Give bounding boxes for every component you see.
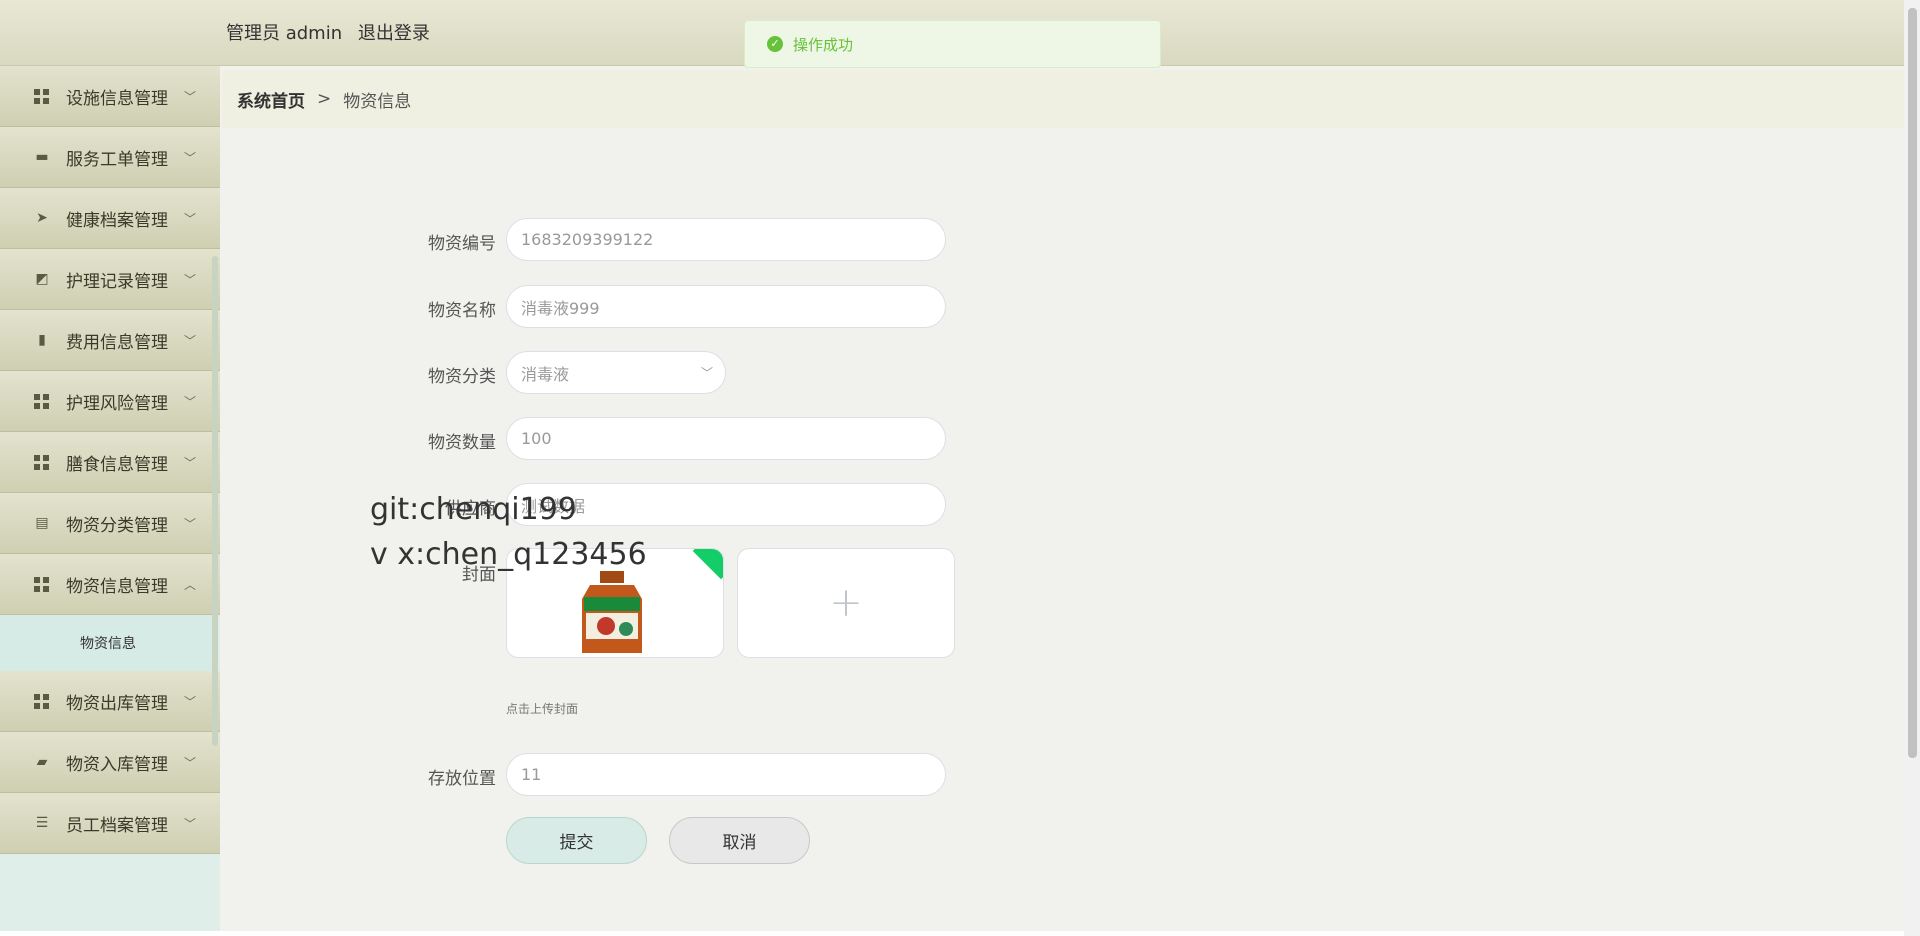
qty-label: 物资数量: [428, 433, 496, 453]
sidebar-item-staff[interactable]: ☰ 员工档案管理 ﹀: [0, 793, 220, 854]
grid-icon: [34, 393, 49, 409]
page-scrollbar[interactable]: [1904, 0, 1920, 936]
sidebar-item-label: 物资出库管理: [66, 693, 168, 714]
check-circle-icon: ✓: [767, 36, 783, 52]
chart-line-icon: ◩: [35, 271, 49, 287]
category-select[interactable]: 消毒液 ﹀: [506, 351, 726, 394]
chevron-up-icon: ︿: [184, 578, 197, 592]
sidebar-item-label: 护理记录管理: [66, 271, 168, 292]
book-icon: ▮: [38, 332, 46, 348]
category-label: 物资分类: [428, 367, 496, 387]
sidebar-item-outbound[interactable]: 物资出库管理 ﹀: [0, 671, 220, 732]
chevron-down-icon: ﹀: [184, 695, 197, 709]
qty-field[interactable]: 100: [506, 417, 946, 460]
sidebar-item-label: 物资入库管理: [66, 754, 168, 775]
submit-button[interactable]: 提交: [506, 817, 647, 864]
grid-icon: [34, 693, 49, 709]
sliders-icon: ☰: [35, 815, 49, 831]
chevron-down-icon: ﹀: [184, 395, 197, 409]
sidebar-item-material-info[interactable]: 物资信息管理 ︿: [0, 554, 220, 615]
location-field[interactable]: 11: [506, 753, 946, 796]
sidebar-item-label: 物资信息管理: [66, 576, 168, 597]
success-toast: ✓ 操作成功: [744, 20, 1161, 68]
upload-tip: 点击上传封面: [506, 702, 579, 716]
sidebar-item-health[interactable]: ➤ 健康档案管理 ﹀: [0, 188, 220, 249]
sidebar-item-label: 健康档案管理: [66, 210, 168, 231]
name-label: 物资名称: [428, 301, 496, 321]
sidebar-item-label: 设施信息管理: [66, 88, 168, 109]
sidebar-item-label: 护理风险管理: [66, 393, 168, 414]
chevron-down-icon: ﹀: [184, 517, 197, 531]
uploaded-flag: [692, 549, 723, 580]
cancel-button[interactable]: 取消: [669, 817, 810, 864]
upload-button[interactable]: +: [737, 548, 955, 658]
breadcrumb-current: 物资信息: [343, 91, 412, 112]
chevron-down-icon: ﹀: [184, 456, 197, 470]
sidebar-item-label: 费用信息管理: [66, 332, 168, 353]
location-label: 存放位置: [428, 769, 496, 789]
logout-link[interactable]: 退出登录: [358, 23, 430, 44]
scrollbar-thumb[interactable]: [1908, 8, 1917, 758]
sidebar-item-risk[interactable]: 护理风险管理 ﹀: [0, 371, 220, 432]
breadcrumb: 系统首页 > 物资信息: [222, 70, 1904, 128]
watermark-line-1: git:chenqi199: [370, 492, 577, 527]
paper-plane-icon: ➤: [36, 210, 48, 226]
chevron-down-icon: ﹀: [184, 90, 197, 104]
admin-label: 管理员 admin: [226, 23, 343, 44]
grid-icon: [34, 576, 49, 592]
chevron-down-icon: ﹀: [184, 151, 197, 165]
sidebar-item-fee[interactable]: ▮ 费用信息管理 ﹀: [0, 310, 220, 371]
chevron-down-icon: ﹀: [184, 817, 197, 831]
sidebar-item-inbound[interactable]: ▰ 物资入库管理 ﹀: [0, 732, 220, 793]
sidebar-item-label: 服务工单管理: [66, 149, 168, 170]
grid-icon: [34, 454, 49, 470]
clipboard-icon: ▤: [35, 515, 49, 531]
sidebar-subitem-material-info[interactable]: 物资信息: [0, 615, 212, 671]
chevron-down-icon: ﹀: [184, 212, 197, 226]
chevron-down-icon: ﹀: [184, 273, 197, 287]
chevron-down-icon: ﹀: [700, 366, 713, 380]
code-field[interactable]: 1683209399122: [506, 218, 946, 261]
sidebar-item-work-order[interactable]: ▬ 服务工单管理 ﹀: [0, 127, 220, 188]
briefcase-icon: ▰: [36, 754, 48, 770]
plus-icon: +: [829, 580, 863, 626]
sidebar-item-category[interactable]: ▤ 物资分类管理 ﹀: [0, 493, 220, 554]
sidebar-subitem-label: 物资信息: [80, 636, 136, 652]
sidebar-item-meal[interactable]: 膳食信息管理 ﹀: [0, 432, 220, 493]
category-value: 消毒液: [521, 364, 570, 384]
chevron-down-icon: ﹀: [184, 334, 197, 348]
name-field[interactable]: 消毒液999: [506, 285, 946, 328]
breadcrumb-separator: >: [317, 89, 332, 109]
toast-message: 操作成功: [793, 35, 854, 54]
monitor-icon: ▬: [35, 149, 49, 165]
code-label: 物资编号: [428, 234, 496, 254]
sidebar-item-nursing-record[interactable]: ◩ 护理记录管理 ﹀: [0, 249, 220, 310]
bottom-edge: [0, 931, 1904, 936]
sidebar-scrollbar[interactable]: [212, 256, 218, 746]
disinfectant-bottle-image: [582, 571, 642, 653]
breadcrumb-home[interactable]: 系统首页: [237, 87, 305, 112]
sidebar-item-label: 员工档案管理: [66, 815, 168, 836]
sidebar: 设施信息管理 ﹀ ▬ 服务工单管理 ﹀ ➤ 健康档案管理 ﹀ ◩ 护理记录管理 …: [0, 66, 220, 936]
sidebar-item-label: 膳食信息管理: [66, 454, 168, 475]
sidebar-item-label: 物资分类管理: [66, 515, 168, 536]
watermark-line-2: v x:chen_q123456: [370, 537, 647, 572]
grid-icon: [34, 88, 49, 104]
sidebar-item-facility[interactable]: 设施信息管理 ﹀: [0, 66, 220, 127]
header-user: 管理员 admin 退出登录: [226, 19, 440, 45]
chevron-down-icon: ﹀: [184, 756, 197, 770]
